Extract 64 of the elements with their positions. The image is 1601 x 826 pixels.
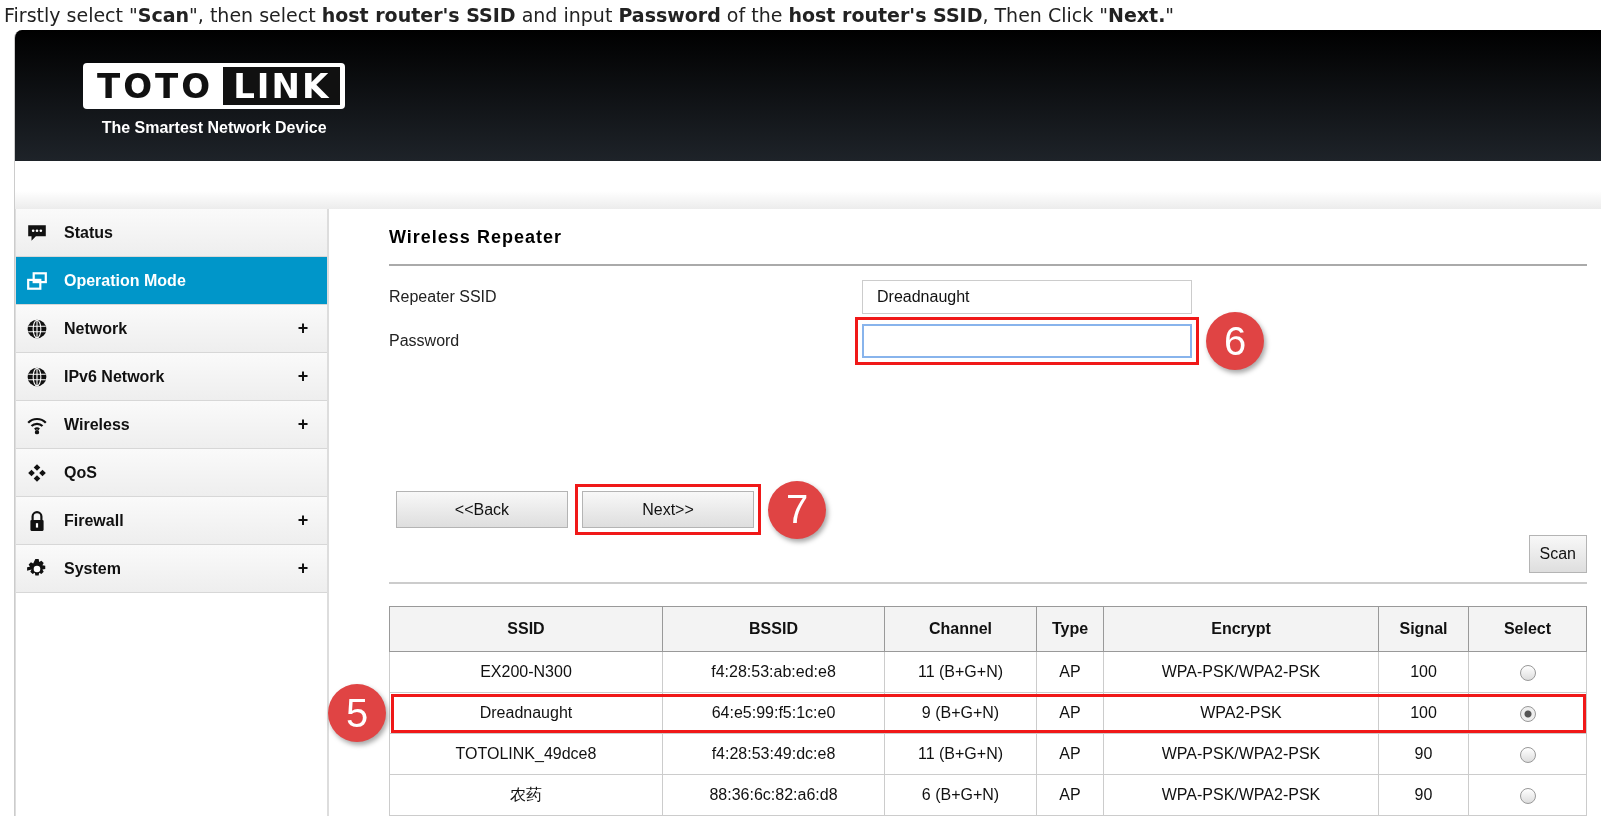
table-cell: WPA-PSK/WPA2-PSK xyxy=(1161,786,1321,803)
table-cell: 农药 xyxy=(510,785,542,803)
nav-button[interactable]: Next>> xyxy=(582,491,754,528)
expand-sign: + xyxy=(296,558,310,579)
input-field[interactable] xyxy=(862,324,1192,358)
radio-button[interactable] xyxy=(1519,664,1536,681)
nav-button[interactable]: <<Back xyxy=(396,491,568,528)
table-cell: 6 (B+G+N) xyxy=(921,786,1000,803)
logo: TOTO LINK xyxy=(83,63,346,109)
table-cell: f4:28:53:49:dc:e8 xyxy=(711,745,836,762)
column-header: Type xyxy=(1036,606,1104,652)
sidebar-item[interactable]: QoS xyxy=(16,449,327,497)
field-label: Password xyxy=(389,332,461,350)
field-label: Repeater SSID xyxy=(389,288,498,306)
column-header: Select xyxy=(1468,606,1587,652)
table-cell: AP xyxy=(1059,745,1081,762)
table-cell: Dreadnaught xyxy=(479,704,573,721)
tagline: The Smartest Network Device xyxy=(101,119,327,137)
column-header: BSSID xyxy=(662,606,885,652)
table-cell: 88:36:6c:82:a6:d8 xyxy=(709,786,838,803)
expand-sign: + xyxy=(296,366,310,387)
table-cell: 100 xyxy=(1410,663,1437,680)
globe-icon xyxy=(26,365,48,388)
column-header: Channel xyxy=(884,606,1037,652)
expand-sign: + xyxy=(296,414,310,435)
sidebar-item[interactable]: Status xyxy=(16,209,327,257)
table-cell: AP xyxy=(1059,663,1081,680)
table-cell: 90 xyxy=(1414,745,1433,762)
scan-button[interactable]: Scan xyxy=(1528,535,1587,573)
sidebar-item[interactable]: IPv6 Network + xyxy=(16,353,327,401)
table-cell: 64:e5:99:f5:1c:e0 xyxy=(711,704,836,721)
table-cell: WPA-PSK/WPA2-PSK xyxy=(1161,745,1321,762)
radio-button[interactable] xyxy=(1519,705,1536,722)
sidebar-item[interactable]: Firewall + xyxy=(16,497,327,545)
step-marker: 6 xyxy=(1206,312,1264,370)
table-cell: 11 (B+G+N) xyxy=(917,745,1004,762)
sidebar-item[interactable]: System + xyxy=(16,545,327,593)
column-header: Signal xyxy=(1378,606,1469,652)
step-marker: 5 xyxy=(328,684,386,742)
step-marker: 7 xyxy=(768,480,826,539)
table-cell: AP xyxy=(1059,704,1081,721)
radio-button[interactable] xyxy=(1519,787,1536,804)
page-title: Wireless Repeater xyxy=(389,219,1587,266)
column-header: Encrypt xyxy=(1103,606,1379,652)
table-cell: 9 (B+G+N) xyxy=(921,704,1000,721)
sidebar-item[interactable]: Network + xyxy=(16,305,327,353)
expand-sign: + xyxy=(296,510,310,531)
table-cell: WPA2-PSK xyxy=(1200,704,1282,721)
column-header: SSID xyxy=(389,606,663,652)
expand-sign: + xyxy=(296,318,310,339)
table-cell: f4:28:53:ab:ed:e8 xyxy=(711,663,836,680)
windows-icon xyxy=(26,269,48,292)
table-cell: 100 xyxy=(1410,704,1437,721)
table-cell: TOTOLINK_49dce8 xyxy=(455,745,597,762)
sidebar-item[interactable]: Wireless + xyxy=(16,401,327,449)
globe-icon xyxy=(26,317,48,340)
table-cell: WPA-PSK/WPA2-PSK xyxy=(1161,663,1321,680)
radio-button[interactable] xyxy=(1519,746,1536,763)
table-cell: 11 (B+G+N) xyxy=(917,663,1004,680)
table-cell: AP xyxy=(1059,786,1081,803)
table-cell: 90 xyxy=(1414,786,1433,803)
input-field[interactable]: Dreadnaught xyxy=(862,280,1192,314)
instruction-text: Firstly select "Scan", then select host router's SSID and input Password of the host router's SSID, Then Click "Next." xyxy=(4,3,1175,28)
table-cell: EX200-N300 xyxy=(480,663,572,680)
